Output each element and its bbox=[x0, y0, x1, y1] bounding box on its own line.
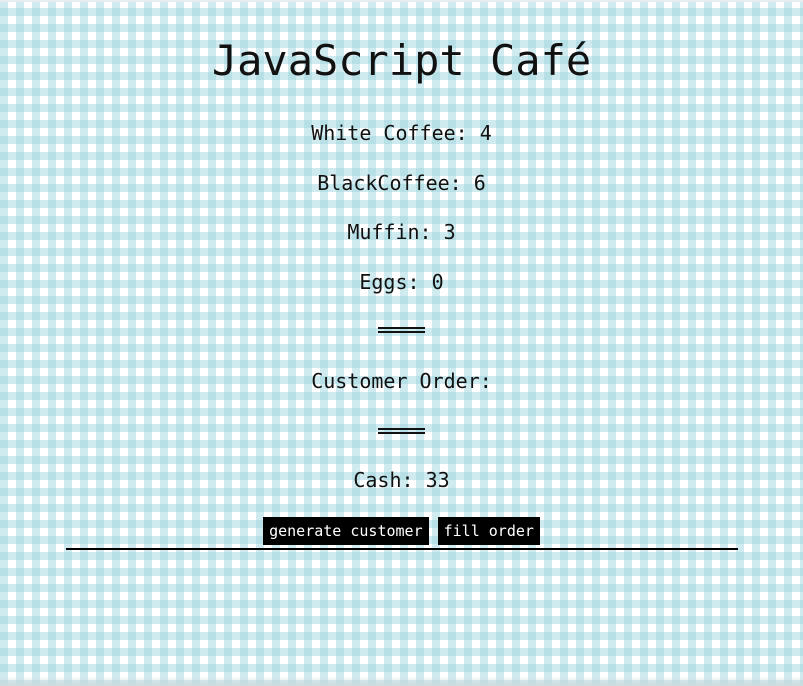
customer-order-label: Customer Order: bbox=[311, 369, 492, 393]
white-coffee-stock: White Coffee: 4 bbox=[311, 121, 492, 145]
divider-bottom bbox=[378, 428, 425, 434]
divider-top bbox=[378, 327, 425, 333]
eggs-stock: Eggs: 0 bbox=[359, 270, 444, 294]
horizontal-rule bbox=[66, 548, 738, 550]
action-buttons: generate customer fill order bbox=[0, 517, 803, 545]
black-coffee-stock: BlackCoffee: 6 bbox=[317, 171, 486, 195]
cash-display: Cash: 33 bbox=[353, 468, 450, 492]
muffin-stock: Muffin: 3 bbox=[347, 220, 456, 244]
top-edge bbox=[0, 0, 803, 2]
bottom-edge bbox=[0, 676, 803, 686]
fill-order-button[interactable]: fill order bbox=[437, 517, 540, 545]
generate-customer-button[interactable]: generate customer bbox=[263, 517, 429, 545]
page-title: JavaScript Café bbox=[211, 36, 592, 85]
